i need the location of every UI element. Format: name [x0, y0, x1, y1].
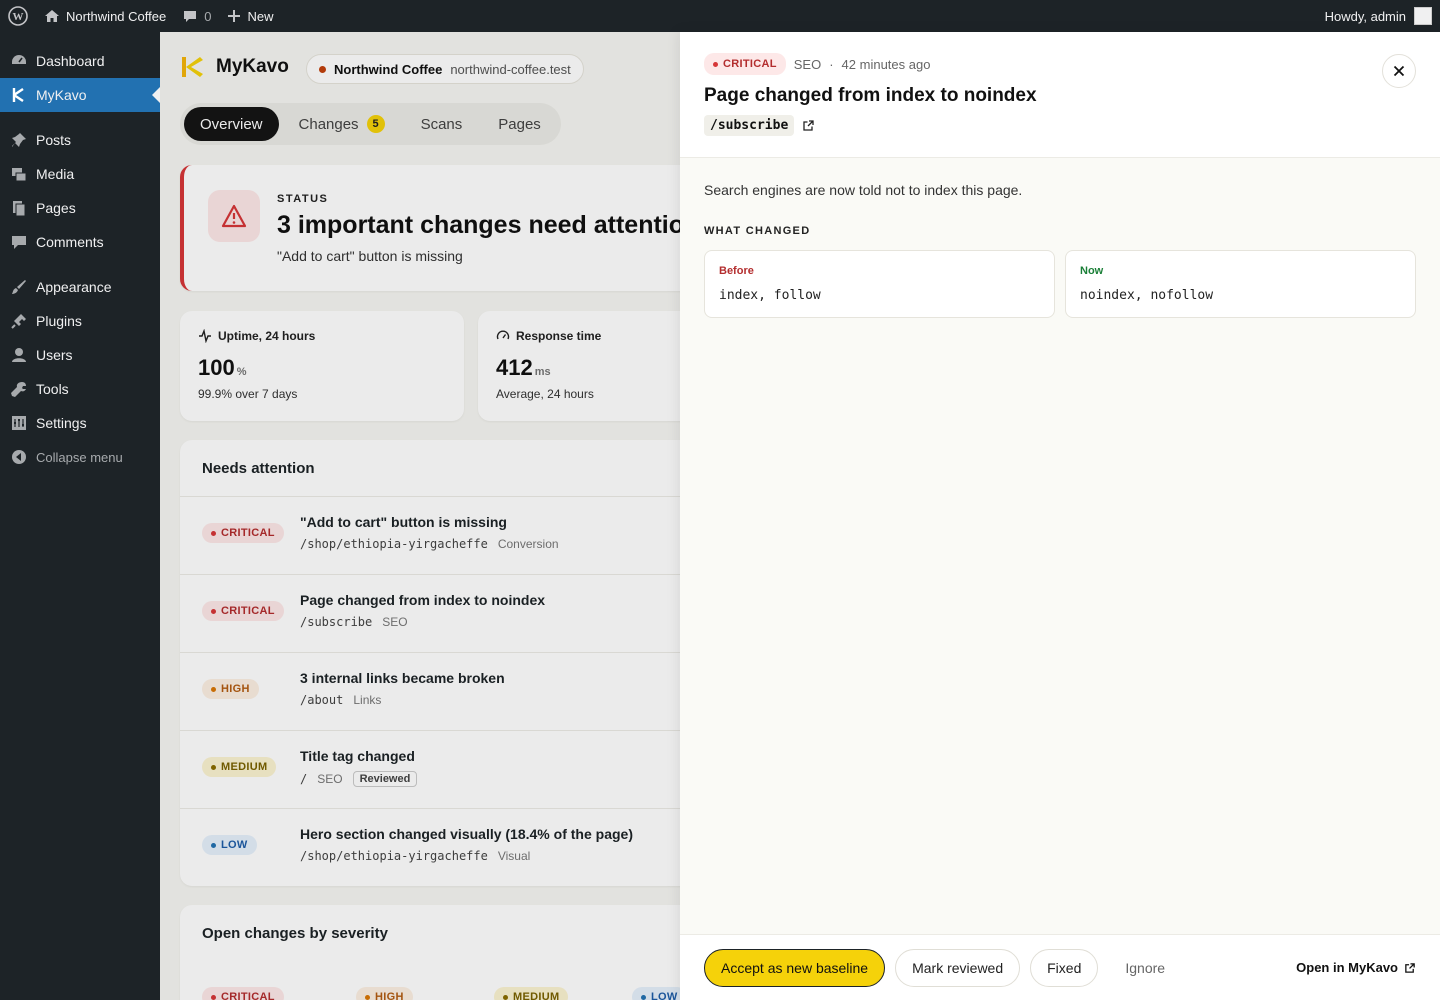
before-value: index, follow — [719, 288, 821, 303]
sidebar-item-label: Users — [36, 347, 73, 363]
comments-menu[interactable]: 0 — [174, 0, 219, 32]
drawer-backdrop[interactable] — [160, 32, 680, 1000]
sidebar-item-label: Tools — [36, 381, 69, 397]
comments-count: 0 — [204, 8, 212, 24]
site-name-menu[interactable]: Northwind Coffee — [36, 0, 174, 32]
sidebar-item-media[interactable]: Media — [0, 157, 160, 191]
sidebar-item-posts[interactable]: Posts — [0, 123, 160, 157]
severity-badge-critical: CRITICAL — [704, 53, 786, 75]
now-card: Now noindex, nofollow — [1065, 250, 1416, 318]
sidebar-item-comments[interactable]: Comments — [0, 225, 160, 259]
sidebar-item-tools[interactable]: Tools — [0, 372, 160, 406]
what-changed-heading: WHAT CHANGED — [704, 225, 811, 237]
media-icon — [10, 165, 28, 183]
change-path: /subscribe — [704, 115, 795, 136]
change-detail-drawer: CRITICAL SEO · 42 minutes ago Page chang… — [680, 32, 1440, 1000]
wrench-icon — [10, 380, 28, 398]
user-icon — [10, 346, 28, 364]
sidebar-item-plugins[interactable]: Plugins — [0, 304, 160, 338]
site-name: Northwind Coffee — [66, 8, 167, 24]
sidebar-item-dashboard[interactable]: Dashboard — [0, 44, 160, 78]
sidebar-item-settings[interactable]: Settings — [0, 406, 160, 440]
sidebar-item-label: MyKavo — [36, 87, 87, 103]
ignore-button[interactable]: Ignore — [1108, 948, 1183, 987]
accept-baseline-button[interactable]: Accept as new baseline — [704, 948, 886, 987]
sidebar-item-label: Comments — [36, 234, 104, 250]
wordpress-icon: W — [8, 6, 28, 26]
fixed-button[interactable]: Fixed — [1030, 948, 1099, 987]
admin-sidebar: Dashboard MyKavo Posts Media Pages Comme… — [0, 32, 160, 1000]
open-link-label: Open in MyKavo — [1296, 960, 1398, 975]
sidebar-item-label: Posts — [36, 132, 72, 148]
sidebar-item-label: Pages — [36, 200, 76, 216]
drawer-title: Page changed from index to noindex — [704, 85, 1037, 106]
now-label: Now — [1080, 265, 1104, 277]
sidebar-item-pages[interactable]: Pages — [0, 191, 160, 225]
drawer-footer: Accept as new baseline Mark reviewed Fix… — [680, 934, 1440, 1000]
admin-bar: W Northwind Coffee 0 New Howdy, admin — [0, 0, 1440, 32]
change-time: 42 minutes ago — [841, 56, 931, 72]
mykavo-icon — [10, 86, 28, 104]
svg-text:W: W — [13, 11, 24, 23]
sidebar-item-label: Collapse menu — [36, 449, 123, 465]
settings-icon — [10, 414, 28, 432]
pin-icon — [10, 131, 28, 149]
now-value: noindex, nofollow — [1080, 288, 1214, 303]
new-label: New — [247, 8, 274, 24]
external-link-icon — [1405, 962, 1415, 973]
sidebar-item-label: Dashboard — [36, 53, 105, 69]
collapse-menu-button[interactable]: Collapse menu — [0, 440, 160, 474]
sidebar-item-appearance[interactable]: Appearance — [0, 270, 160, 304]
change-description: Search engines are now told not to index… — [704, 182, 1023, 198]
sidebar-item-label: Plugins — [36, 313, 82, 329]
close-icon — [1393, 65, 1405, 77]
close-button[interactable] — [1382, 54, 1416, 88]
plugin-icon — [10, 312, 28, 330]
change-category: SEO — [793, 56, 822, 72]
home-icon — [45, 10, 59, 22]
collapse-icon — [10, 448, 28, 466]
avatar — [1414, 7, 1432, 25]
open-in-mykavo-link[interactable]: Open in MyKavo — [1296, 960, 1416, 975]
comment-icon — [10, 233, 28, 251]
external-link-icon[interactable] — [802, 119, 815, 132]
new-content-menu[interactable]: New — [219, 0, 281, 32]
before-card: Before index, follow — [704, 250, 1055, 318]
before-label: Before — [719, 265, 754, 277]
howdy-text: Howdy, admin — [1324, 8, 1406, 24]
sidebar-item-label: Appearance — [36, 279, 112, 295]
dashboard-icon — [10, 52, 28, 70]
comment-bubble-icon — [184, 11, 197, 22]
sidebar-item-label: Settings — [36, 415, 87, 431]
plus-icon — [228, 10, 241, 22]
meta-separator: · — [829, 56, 834, 72]
sidebar-item-users[interactable]: Users — [0, 338, 160, 372]
sidebar-item-mykavo[interactable]: MyKavo — [0, 78, 160, 112]
wp-logo-menu[interactable]: W — [0, 0, 36, 32]
drawer-header: CRITICAL SEO · 42 minutes ago Page chang… — [680, 32, 1440, 158]
pages-icon — [10, 199, 28, 217]
brush-icon — [10, 278, 28, 296]
sidebar-item-label: Media — [36, 166, 75, 182]
mark-reviewed-button[interactable]: Mark reviewed — [895, 948, 1021, 987]
my-account-menu[interactable]: Howdy, admin — [1325, 7, 1440, 25]
